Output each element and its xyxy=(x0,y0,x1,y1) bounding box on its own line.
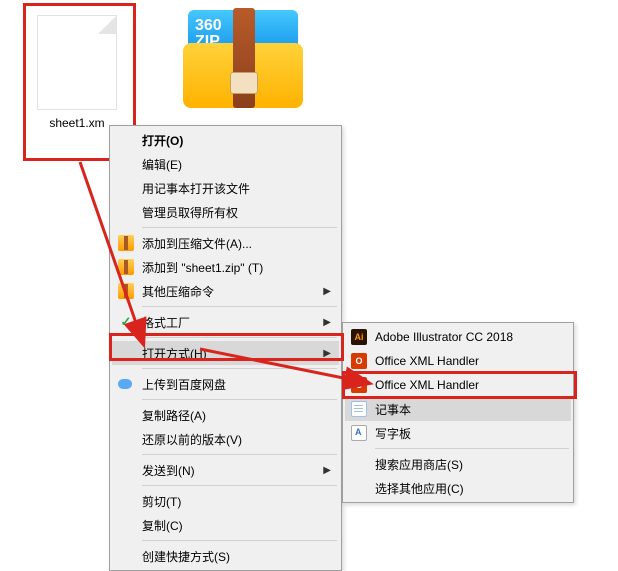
menu-copy-path[interactable]: 复制路径(A) xyxy=(112,403,339,427)
submenu-wordpad[interactable]: 写字板 xyxy=(345,421,571,445)
file-item[interactable]: sheet1.xm xyxy=(27,10,127,130)
submenu-arrow-icon: ▶ xyxy=(323,465,331,476)
separator xyxy=(142,227,337,228)
separator xyxy=(142,368,337,369)
separator xyxy=(142,540,337,541)
zip-folder-icon: 360 ZIP xyxy=(183,10,303,108)
menu-create-shortcut[interactable]: 创建快捷方式(S) xyxy=(112,544,339,568)
zip-badge-line1: 360 xyxy=(195,18,222,34)
zip-icon xyxy=(118,259,134,275)
menu-admin-ownership[interactable]: 管理员取得所有权 xyxy=(112,200,339,224)
open-with-submenu: AiAdobe Illustrator CC 2018 OOffice XML … xyxy=(342,322,574,503)
separator xyxy=(142,485,337,486)
cloud-icon xyxy=(118,379,132,389)
menu-upload-baidu[interactable]: 上传到百度网盘 xyxy=(112,372,339,396)
format-factory-icon: ✓ xyxy=(118,314,134,330)
menu-copy[interactable]: 复制(C) xyxy=(112,513,339,537)
xml-file-icon xyxy=(37,15,117,110)
submenu-arrow-icon: ▶ xyxy=(323,286,331,297)
office-xml-icon: O xyxy=(351,353,367,369)
submenu-search-store[interactable]: 搜索应用商店(S) xyxy=(345,452,571,476)
notepad-icon xyxy=(351,401,367,417)
zip-icon xyxy=(118,283,134,299)
zip-folder-item[interactable]: 360 ZIP xyxy=(183,10,303,108)
wordpad-icon xyxy=(351,425,367,441)
submenu-office-xml-2[interactable]: OOffice XML Handler xyxy=(345,373,571,397)
submenu-choose-other[interactable]: 选择其他应用(C) xyxy=(345,476,571,500)
menu-open-with-notepad[interactable]: 用记事本打开该文件 xyxy=(112,176,339,200)
menu-send-to[interactable]: 发送到(N)▶ xyxy=(112,458,339,482)
ai-icon: Ai xyxy=(351,329,367,345)
submenu-notepad[interactable]: 记事本 xyxy=(345,397,571,421)
menu-other-compress[interactable]: 其他压缩命令▶ xyxy=(112,279,339,303)
context-menu: 打开(O) 编辑(E) 用记事本打开该文件 管理员取得所有权 添加到压缩文件(A… xyxy=(109,125,342,571)
submenu-arrow-icon: ▶ xyxy=(323,317,331,328)
separator xyxy=(142,337,337,338)
submenu-office-xml-1[interactable]: OOffice XML Handler xyxy=(345,349,571,373)
menu-open-with[interactable]: 打开方式(H)▶ xyxy=(112,341,339,365)
separator xyxy=(142,454,337,455)
menu-add-to-sheet-zip[interactable]: 添加到 "sheet1.zip" (T) xyxy=(112,255,339,279)
separator xyxy=(142,306,337,307)
zip-icon xyxy=(118,235,134,251)
menu-restore-versions[interactable]: 还原以前的版本(V) xyxy=(112,427,339,451)
menu-add-to-archive[interactable]: 添加到压缩文件(A)... xyxy=(112,231,339,255)
menu-open[interactable]: 打开(O) xyxy=(112,128,339,152)
separator xyxy=(142,399,337,400)
menu-edit[interactable]: 编辑(E) xyxy=(112,152,339,176)
separator xyxy=(375,448,569,449)
office-xml-icon: O xyxy=(351,377,367,393)
menu-cut[interactable]: 剪切(T) xyxy=(112,489,339,513)
submenu-ai[interactable]: AiAdobe Illustrator CC 2018 xyxy=(345,325,571,349)
menu-format-factory[interactable]: ✓格式工厂▶ xyxy=(112,310,339,334)
submenu-arrow-icon: ▶ xyxy=(323,348,331,359)
